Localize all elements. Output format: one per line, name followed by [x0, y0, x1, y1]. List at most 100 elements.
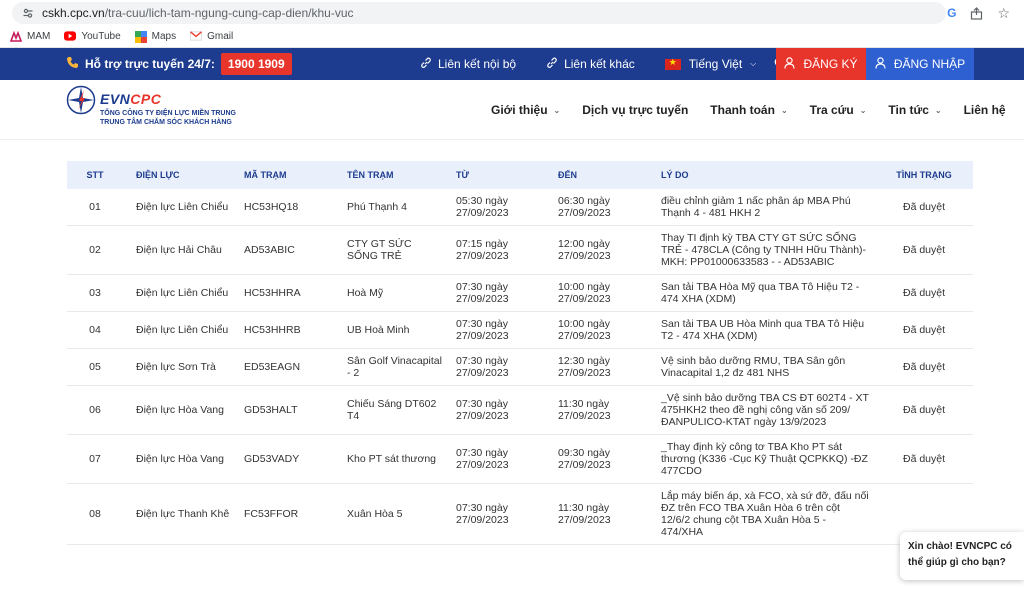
phone-icon: [66, 56, 79, 72]
cell-ten-tram: Chiếu Sáng DT602 T4: [341, 385, 450, 435]
table-row: 06 Điện lực Hòa Vang GD53HALT Chiếu Sáng DT…: [67, 385, 973, 435]
nav-thanh-toan[interactable]: Thanh toán ⌄: [710, 103, 787, 117]
user-icon: [875, 56, 886, 72]
cell-den: 12:00 ngày 27/09/2023: [552, 225, 655, 275]
nav-lien-he[interactable]: Liên hệ: [964, 103, 1006, 117]
link-icon: [546, 57, 558, 72]
table-row: 04 Điện lực Liên Chiểu HC53HHRB UB Hoà Minh…: [67, 311, 973, 349]
chat-widget[interactable]: Xin chào! EVNCPC có thể giúp gì cho bạn?: [900, 532, 1024, 580]
cell-tu: 07:30 ngày 27/09/2023: [450, 274, 552, 312]
table-row: 02 Điện lực Hải Châu AD53ABIC CTY GT SỨC SỐ…: [67, 225, 973, 275]
cell-tu: 07:15 ngày 27/09/2023: [450, 225, 552, 275]
url-host: cskh.cpc.vn: [42, 6, 105, 20]
cell-ly-do: Vệ sinh bảo dưỡng RMU, TBA Sân gôn Vinac…: [655, 348, 875, 386]
bookmark-gmail[interactable]: Gmail: [190, 30, 234, 43]
cell-tu: 07:30 ngày 27/09/2023: [450, 348, 552, 386]
cell-tinh-trang: Đã duyệt: [875, 348, 973, 386]
external-link[interactable]: Liên kết khác: [546, 57, 635, 72]
cell-tu: 07:30 ngày 27/09/2023: [450, 434, 552, 484]
bookmark-label: Maps: [151, 31, 177, 42]
cell-ten-tram: Sân Golf Vinacapital - 2: [341, 348, 450, 386]
nav-tin-tuc[interactable]: Tin tức ⌄: [888, 103, 941, 117]
evncpc-logo[interactable]: EVNCPC TỔNG CÔNG TY ĐIỆN LỰC MIỀN TRUNG …: [66, 85, 236, 127]
cell-ten-tram: Hoà Mỹ: [341, 274, 450, 312]
cell-stt: 04: [67, 311, 129, 349]
cell-ma-tram: GD53VADY: [238, 434, 341, 484]
cell-tinh-trang: Đã duyệt: [875, 385, 973, 435]
bookmark-mam[interactable]: MAM: [10, 30, 50, 43]
cell-den: 11:30 ngày 27/09/2023: [552, 483, 655, 545]
language-select[interactable]: Tiếng Việt ⌵: [664, 57, 756, 71]
hotline-number[interactable]: 1900 1909: [220, 53, 292, 75]
nav-tra-cuu[interactable]: Tra cứu ⌄: [810, 103, 867, 117]
bookmark-maps[interactable]: Maps: [134, 30, 177, 43]
nav-label: Liên hệ: [963, 103, 1006, 117]
cell-ten-tram: Kho PT sát thương: [341, 434, 450, 484]
header-tu: TỪ: [456, 170, 469, 180]
cell-ly-do: Lắp máy biến áp, xà FCO, xà sứ đỡ, đấu n…: [655, 483, 875, 545]
cell-ten-tram: Phú Thạnh 4: [341, 189, 450, 226]
cell-dien-luc: Điện lực Liên Chiểu: [129, 311, 238, 349]
main-nav: Giới thiệu ⌄ Dịch vụ trực tuyến Thanh toá…: [491, 80, 1006, 140]
nav-gioi-thieu[interactable]: Giới thiệu ⌄: [491, 103, 560, 117]
cell-dien-luc: Điện lực Thanh Khê: [129, 483, 238, 545]
cell-ten-tram: UB Hoà Minh: [341, 311, 450, 349]
google-icon[interactable]: G: [947, 4, 956, 22]
cell-ly-do: điều chỉnh giảm 1 nấc phân áp MBA Phú Th…: [655, 189, 875, 226]
nav-label: Tin tức: [888, 103, 929, 117]
cell-stt: 06: [67, 385, 129, 435]
login-label: ĐĂNG NHẬP: [893, 57, 966, 71]
table-row: 01 Điện lực Liên Chiểu HC53HQ18 Phú Thạnh 4…: [67, 189, 973, 226]
bookmark-label: Gmail: [207, 31, 234, 42]
youtube-icon: [64, 30, 77, 43]
logo-brand-evn: EVN: [100, 91, 131, 107]
top-bar: Hỗ trợ trực tuyến 24/7: 1900 1909 Liên k…: [0, 48, 1024, 80]
bookmarks-bar: MAM YouTube Maps Gmail: [0, 26, 1024, 48]
cell-stt: 05: [67, 348, 129, 386]
internal-link[interactable]: Liên kết nội bộ: [420, 57, 516, 72]
vietnam-flag-icon: [664, 57, 681, 70]
bookmark-youtube[interactable]: YouTube: [64, 30, 121, 43]
cell-tinh-trang: Đã duyệt: [875, 189, 973, 226]
cell-dien-luc: Điện lực Hải Châu: [129, 225, 238, 275]
cell-tinh-trang: Đã duyệt: [875, 434, 973, 484]
language-label: Tiếng Việt: [688, 57, 743, 71]
cell-den: 10:00 ngày 27/09/2023: [552, 311, 655, 349]
cell-stt: 07: [67, 434, 129, 484]
cell-dien-luc: Điện lực Hòa Vang: [129, 385, 238, 435]
cell-den: 12:30 ngày 27/09/2023: [552, 348, 655, 386]
cell-den: 09:30 ngày 27/09/2023: [552, 434, 655, 484]
nav-label: Dịch vụ trực tuyến: [582, 103, 689, 117]
cell-ly-do: _Vệ sinh bảo dưỡng TBA CS ĐT 602T4 - XT …: [655, 385, 875, 435]
logo-subtitle-1: TỔNG CÔNG TY ĐIỆN LỰC MIỀN TRUNG: [100, 110, 236, 117]
nav-label: Giới thiệu: [491, 103, 548, 117]
chevron-down-icon: ⌄: [780, 105, 788, 115]
header-den: ĐẾN: [558, 170, 578, 180]
header-ma-tram: MÃ TRẠM: [244, 170, 287, 180]
share-icon[interactable]: [970, 6, 983, 20]
register-button[interactable]: ĐĂNG KÝ: [776, 48, 866, 80]
site-info-icon[interactable]: [22, 7, 34, 19]
table-row: 03 Điện lực Liên Chiểu HC53HHRA Hoà Mỹ 07:30…: [67, 274, 973, 312]
link-icon: [420, 57, 432, 72]
cell-ten-tram: Xuân Hòa 5: [341, 483, 450, 545]
cell-ma-tram: HC53HHRA: [238, 274, 341, 312]
chat-greeting-line-1: Xin chào! EVNCPC có: [908, 541, 1012, 552]
cell-dien-luc: Điện lực Liên Chiểu: [129, 189, 238, 226]
header-ly-do: LÝ DO: [661, 170, 689, 180]
address-bar[interactable]: cskh.cpc.vn/tra-cuu/lich-tam-ngung-cung-…: [12, 2, 946, 24]
login-button[interactable]: ĐĂNG NHẬP: [866, 48, 974, 80]
user-icon: [784, 56, 796, 72]
bookmark-star-icon[interactable]: ☆: [997, 4, 1010, 22]
maps-icon: [134, 30, 147, 43]
cell-tinh-trang: Đã duyệt: [875, 311, 973, 349]
nav-dich-vu[interactable]: Dịch vụ trực tuyến: [582, 103, 688, 117]
cell-ma-tram: FC53FFOR: [238, 483, 341, 545]
cell-stt: 01: [67, 189, 129, 226]
header-ten-tram: TÊN TRẠM: [347, 170, 394, 180]
internal-link-label: Liên kết nội bộ: [438, 57, 517, 71]
cell-stt: 03: [67, 274, 129, 312]
bookmark-label: YouTube: [81, 31, 121, 42]
cell-ma-tram: GD53HALT: [238, 385, 341, 435]
hotline-label: Hỗ trợ trực tuyến 24/7:: [85, 57, 215, 71]
